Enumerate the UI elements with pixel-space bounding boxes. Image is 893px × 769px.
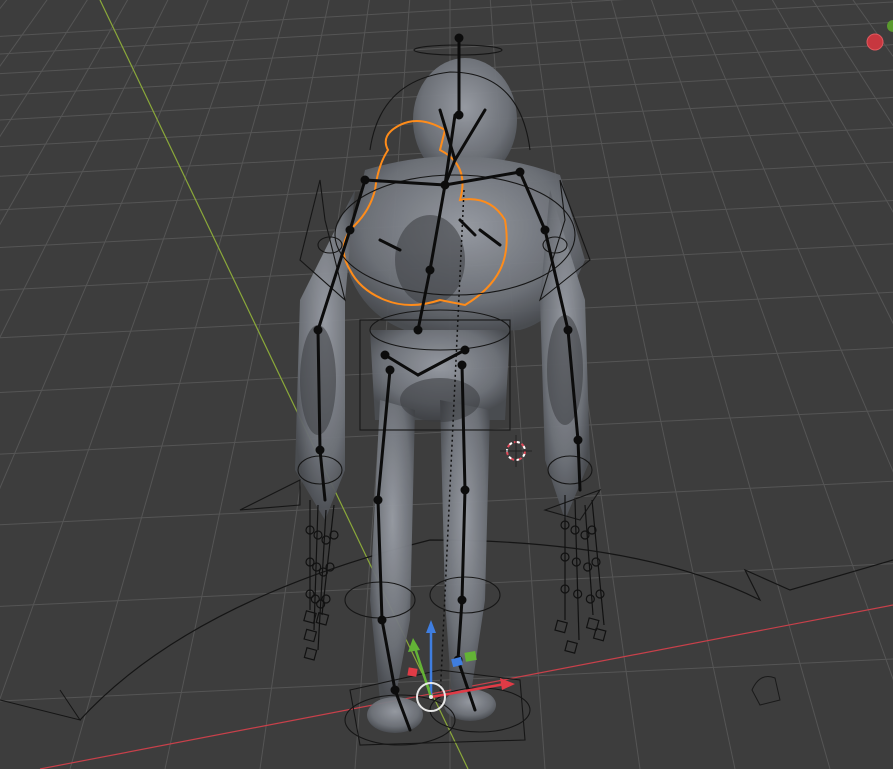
bone-joint[interactable] bbox=[313, 325, 323, 335]
bone-joint[interactable] bbox=[460, 485, 470, 495]
bone-joint[interactable] bbox=[345, 225, 355, 235]
bone-joint[interactable] bbox=[457, 595, 467, 605]
bone-joint[interactable] bbox=[573, 435, 583, 445]
bone-joint[interactable] bbox=[385, 365, 395, 375]
bone-joint[interactable] bbox=[377, 615, 387, 625]
bone-joint[interactable] bbox=[390, 685, 400, 695]
bone-joint[interactable] bbox=[454, 110, 464, 120]
bone-joint[interactable] bbox=[373, 495, 383, 505]
bone-joint[interactable] bbox=[440, 180, 450, 190]
bone-joint[interactable] bbox=[315, 445, 325, 455]
bone-joint[interactable] bbox=[413, 325, 423, 335]
bone-joint[interactable] bbox=[360, 175, 370, 185]
bone-joint[interactable] bbox=[380, 350, 390, 360]
3d-viewport[interactable] bbox=[0, 0, 893, 769]
bone-joint[interactable] bbox=[457, 360, 467, 370]
bone-joint[interactable] bbox=[460, 345, 470, 355]
bone-joint[interactable] bbox=[425, 265, 435, 275]
bone-joint[interactable] bbox=[563, 325, 573, 335]
bone-joint[interactable] bbox=[515, 167, 525, 177]
bone-joint[interactable] bbox=[454, 33, 464, 43]
bone[interactable] bbox=[316, 328, 322, 452]
bone[interactable] bbox=[576, 438, 582, 492]
bone-joint[interactable] bbox=[540, 225, 550, 235]
